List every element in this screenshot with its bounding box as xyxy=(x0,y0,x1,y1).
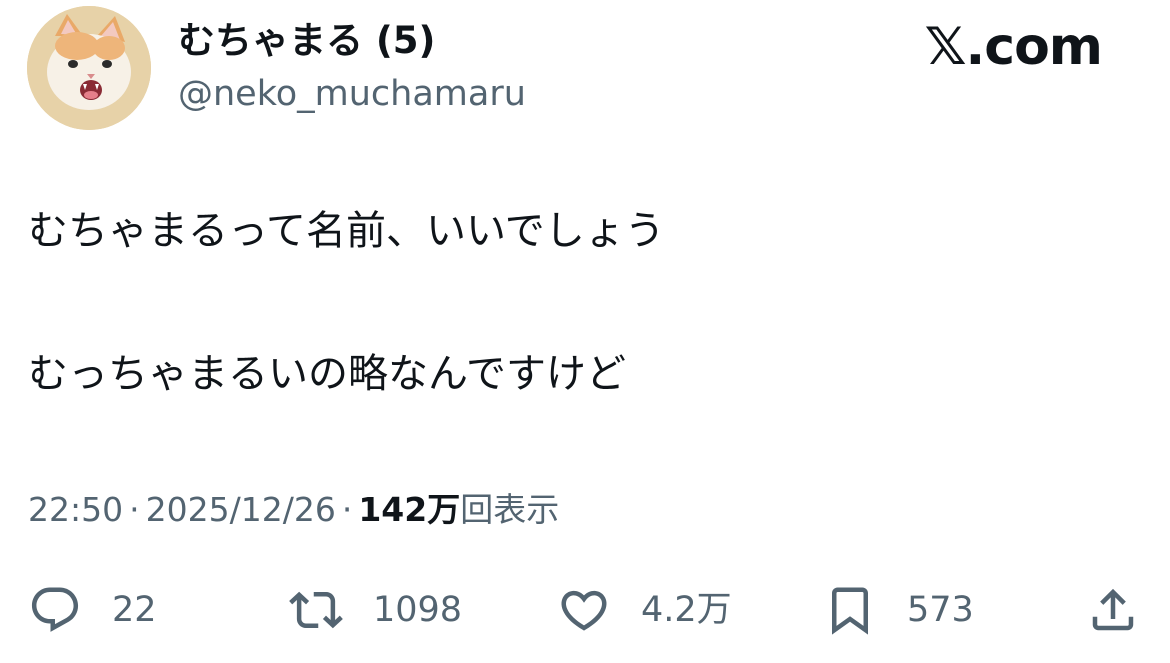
author-display-name[interactable]: むちゃまる (5) xyxy=(178,18,435,64)
tweet-meta: 22:50 · 2025/12/26 · 142万回表示 xyxy=(28,488,559,532)
views-count[interactable]: 142万 xyxy=(358,490,460,529)
action-bar: 22 1098 4.2万 573 xyxy=(0,580,1170,640)
retweet-count: 1098 xyxy=(373,590,463,630)
bookmark-icon xyxy=(832,587,868,635)
retweet-icon xyxy=(289,591,343,629)
meta-separator: · xyxy=(341,490,353,529)
tweet-text-line: むっちゃまるいの略なんですけど xyxy=(28,351,626,397)
share-button[interactable] xyxy=(1086,580,1140,640)
bookmark-count: 573 xyxy=(907,590,974,630)
like-button[interactable]: 4.2万 xyxy=(557,580,732,640)
tweet-text-line: むちゃまるって名前、いいでしょう xyxy=(28,208,665,254)
bookmark-button[interactable]: 573 xyxy=(823,580,974,640)
share-icon xyxy=(1092,588,1134,631)
author-handle[interactable]: @neko_muchamaru xyxy=(178,72,526,116)
like-count: 4.2万 xyxy=(641,590,732,630)
meta-separator: · xyxy=(129,490,140,529)
tweet-date[interactable]: 2025/12/26 xyxy=(146,490,336,529)
cat-avatar-icon xyxy=(27,6,151,130)
views-label: 回表示 xyxy=(460,490,560,529)
heart-icon xyxy=(561,590,607,631)
avatar[interactable] xyxy=(27,6,151,130)
reply-count: 22 xyxy=(112,590,157,630)
retweet-button[interactable]: 1098 xyxy=(289,580,462,640)
reply-icon xyxy=(31,587,79,632)
reply-button[interactable]: 22 xyxy=(28,580,157,640)
tweet-time[interactable]: 22:50 xyxy=(28,490,123,529)
x-logo: 𝕏.com xyxy=(924,17,1103,77)
